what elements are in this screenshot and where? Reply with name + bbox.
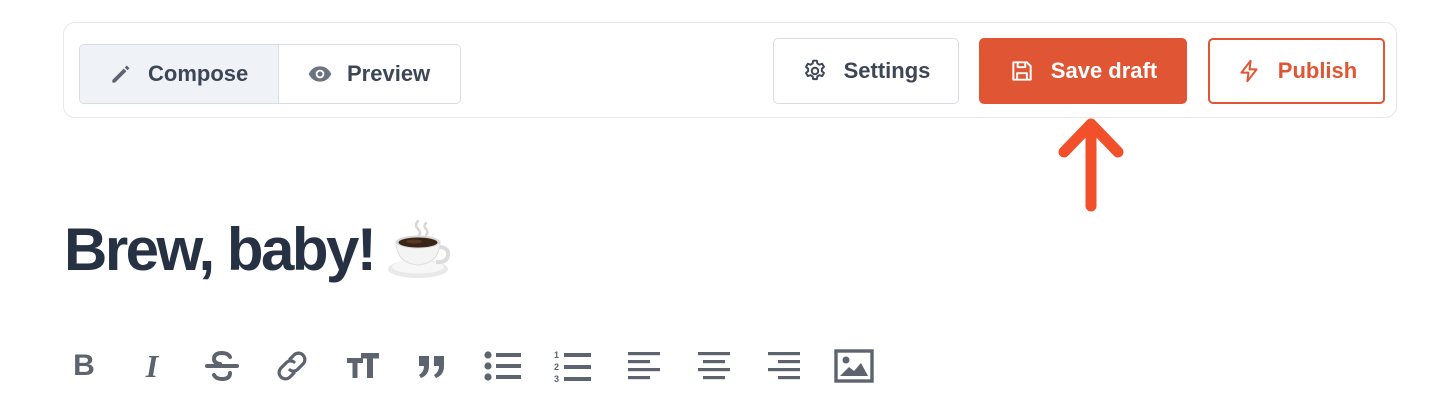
bullet-list-button[interactable] (481, 344, 525, 388)
gear-icon (802, 58, 828, 84)
strikethrough-button[interactable] (200, 344, 244, 388)
align-left-icon (628, 352, 660, 380)
bold-icon: B (73, 349, 95, 382)
quote-icon (419, 356, 444, 378)
compose-label: Compose (148, 61, 249, 86)
compose-tab[interactable]: Compose (80, 45, 279, 103)
pencil-icon (108, 61, 134, 87)
post-title[interactable]: Brew, baby! (64, 214, 454, 286)
save-draft-button[interactable]: Save draft (979, 38, 1187, 104)
image-button[interactable] (832, 344, 876, 388)
svg-text:2: 2 (554, 362, 559, 372)
editor-page: Compose Preview Settings Save draft Publ… (0, 0, 1440, 418)
floppy-disk-icon (1009, 58, 1035, 84)
align-left-button[interactable] (622, 344, 666, 388)
settings-label: Settings (843, 58, 931, 83)
align-right-icon (768, 352, 800, 380)
align-center-button[interactable] (692, 344, 736, 388)
mode-switcher: Compose Preview (79, 44, 461, 104)
eye-icon (307, 61, 333, 87)
text-size-button[interactable] (341, 344, 385, 388)
link-button[interactable] (270, 344, 314, 388)
hot-beverage-icon (388, 217, 454, 283)
post-title-text: Brew, baby! (64, 216, 377, 283)
settings-button[interactable]: Settings (773, 38, 959, 104)
publish-button[interactable]: Publish (1208, 38, 1385, 104)
save-draft-label: Save draft (1050, 58, 1158, 83)
image-icon (834, 349, 874, 383)
align-right-button[interactable] (762, 344, 806, 388)
bullet-list-icon (484, 351, 521, 381)
arrow-up-icon (1058, 118, 1124, 212)
quote-button[interactable] (410, 344, 454, 388)
italic-icon: I (145, 347, 159, 384)
preview-label: Preview (347, 61, 431, 86)
bold-button[interactable]: B (62, 344, 106, 388)
strikethrough-icon (205, 350, 239, 382)
svg-text:1: 1 (554, 350, 559, 360)
numbered-list-button[interactable]: 1 2 3 (550, 344, 594, 388)
editor-toolbar: Compose Preview Settings Save draft Publ… (63, 22, 1397, 118)
text-size-icon (347, 353, 379, 378)
numbered-list-icon: 1 2 3 (554, 350, 591, 383)
svg-text:3: 3 (554, 374, 559, 383)
italic-button[interactable]: I (130, 344, 174, 388)
align-center-icon (698, 352, 730, 380)
link-icon (277, 351, 307, 381)
publish-label: Publish (1277, 58, 1358, 83)
preview-tab[interactable]: Preview (279, 45, 460, 103)
lightning-bolt-icon (1236, 58, 1262, 84)
